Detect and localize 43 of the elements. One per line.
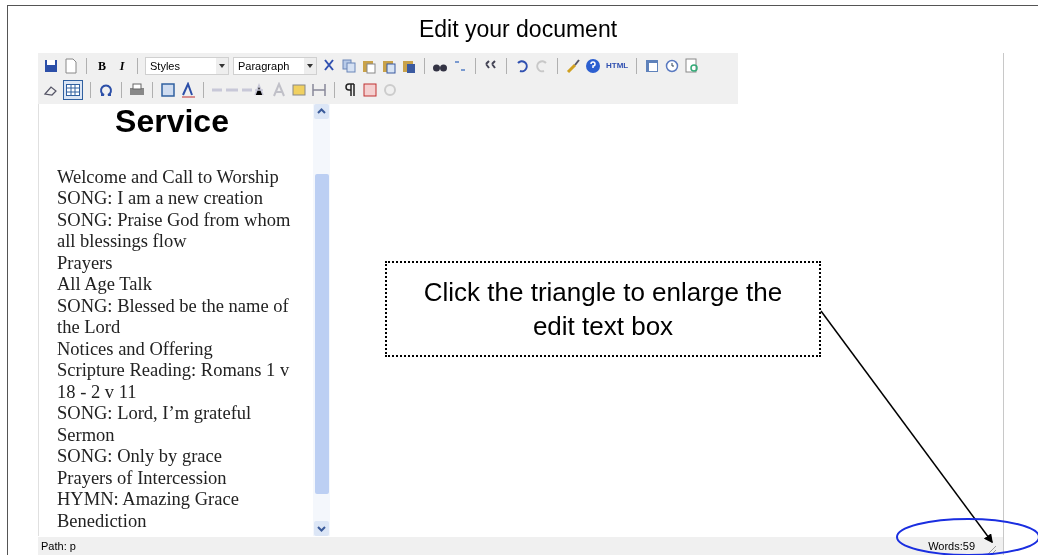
document-line: Notices and Offering	[57, 338, 214, 361]
resize-handle-icon[interactable]	[987, 545, 997, 555]
document-line: Prayers	[57, 252, 114, 275]
scroll-down-icon[interactable]	[314, 520, 329, 536]
document-line: HYMN: Amazing Grace	[57, 489, 240, 511]
broom-icon[interactable]	[565, 57, 581, 74]
document-line: SONG: Blessed be the name of the Lord	[57, 295, 290, 339]
caret-icon	[219, 63, 225, 68]
document-line: Prayers of Intercession	[57, 467, 228, 490]
style-icon[interactable]	[180, 81, 196, 98]
clock-icon[interactable]	[664, 57, 681, 74]
styles-select[interactable]: Styles	[145, 56, 229, 75]
printer-icon[interactable]	[129, 81, 145, 98]
page-title: Edit your document	[417, 15, 619, 44]
word-count: Words:59	[928, 538, 975, 554]
document-line: SONG: I am a new creation	[57, 188, 264, 210]
callout-box: Click the triangle to enlarge the edit text box	[385, 261, 821, 357]
bold-button[interactable]: B	[94, 56, 110, 75]
box-icon[interactable]	[160, 81, 176, 98]
pilcrow-icon[interactable]	[342, 81, 358, 98]
document-line: Scripture Reading: Romans 1 v 18 - 2 v 11	[57, 360, 291, 404]
preview-icon[interactable]	[684, 57, 701, 74]
undo-icon[interactable]	[514, 57, 530, 74]
document-line: All Age Talk	[57, 274, 153, 296]
document-line: Sermon	[57, 424, 116, 447]
vertical-scrollbar[interactable]	[313, 103, 330, 536]
format-select[interactable]: Paragraph	[233, 56, 317, 75]
save-icon[interactable]	[43, 57, 59, 74]
document-line: SONG: Praise God from whom all blessings flow	[57, 209, 292, 253]
document-line: SONG: Lord, I’m grateful	[57, 403, 253, 425]
document-line: SONG: Only by grace	[57, 446, 223, 468]
help-icon[interactable]	[585, 57, 601, 74]
document-line: Benediction	[57, 510, 148, 533]
caret-icon	[307, 63, 313, 68]
table-button[interactable]	[63, 79, 83, 100]
element-path: Path: p	[41, 538, 77, 554]
calendar-icon[interactable]	[644, 57, 661, 74]
table-icon	[66, 83, 80, 96]
document-heading: Service	[114, 105, 230, 136]
scrollbar-thumb[interactable]	[314, 173, 329, 494]
italic-button[interactable]: I	[114, 56, 130, 75]
html-button[interactable]: HTML	[605, 60, 630, 71]
document-line: Welcome and Call to Worship	[57, 166, 280, 189]
